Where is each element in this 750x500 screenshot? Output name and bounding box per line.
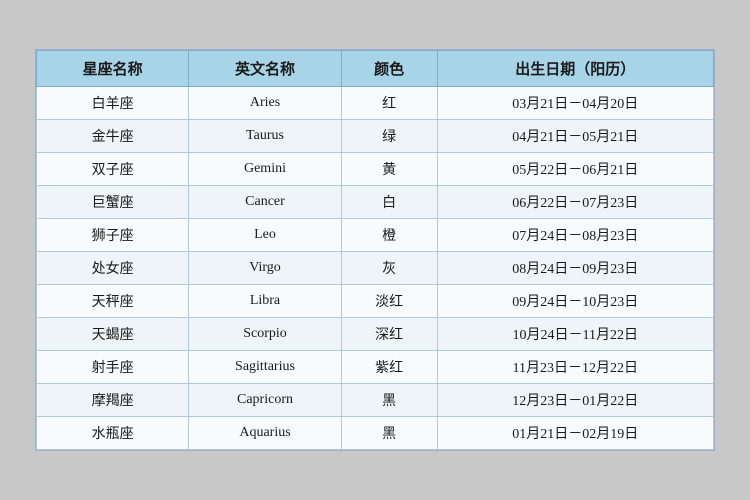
cell-english-name: Sagittarius <box>189 351 341 384</box>
cell-dates: 09月24日－10月23日 <box>437 285 713 318</box>
cell-color: 深红 <box>341 318 437 351</box>
cell-english-name: Virgo <box>189 252 341 285</box>
cell-color: 黑 <box>341 384 437 417</box>
cell-chinese-name: 狮子座 <box>37 219 189 252</box>
cell-english-name: Aries <box>189 87 341 120</box>
cell-english-name: Aquarius <box>189 417 341 450</box>
cell-color: 灰 <box>341 252 437 285</box>
table-header-row: 星座名称 英文名称 颜色 出生日期（阳历） <box>37 51 714 87</box>
cell-chinese-name: 水瓶座 <box>37 417 189 450</box>
header-dates: 出生日期（阳历） <box>437 51 713 87</box>
cell-chinese-name: 巨蟹座 <box>37 186 189 219</box>
cell-dates: 07月24日－08月23日 <box>437 219 713 252</box>
cell-color: 淡红 <box>341 285 437 318</box>
header-chinese-name: 星座名称 <box>37 51 189 87</box>
cell-english-name: Libra <box>189 285 341 318</box>
table-row: 天蝎座Scorpio深红10月24日－11月22日 <box>37 318 714 351</box>
cell-chinese-name: 处女座 <box>37 252 189 285</box>
cell-color: 橙 <box>341 219 437 252</box>
cell-english-name: Taurus <box>189 120 341 153</box>
cell-chinese-name: 射手座 <box>37 351 189 384</box>
cell-color: 绿 <box>341 120 437 153</box>
cell-dates: 04月21日－05月21日 <box>437 120 713 153</box>
table-row: 天秤座Libra淡红09月24日－10月23日 <box>37 285 714 318</box>
cell-english-name: Gemini <box>189 153 341 186</box>
table-row: 双子座Gemini黄05月22日－06月21日 <box>37 153 714 186</box>
cell-color: 紫红 <box>341 351 437 384</box>
cell-dates: 10月24日－11月22日 <box>437 318 713 351</box>
cell-color: 黄 <box>341 153 437 186</box>
cell-dates: 08月24日－09月23日 <box>437 252 713 285</box>
cell-dates: 11月23日－12月22日 <box>437 351 713 384</box>
cell-color: 白 <box>341 186 437 219</box>
table-row: 水瓶座Aquarius黑01月21日－02月19日 <box>37 417 714 450</box>
table-row: 金牛座Taurus绿04月21日－05月21日 <box>37 120 714 153</box>
zodiac-table: 星座名称 英文名称 颜色 出生日期（阳历） 白羊座Aries红03月21日－04… <box>36 50 714 450</box>
cell-dates: 01月21日－02月19日 <box>437 417 713 450</box>
cell-english-name: Capricorn <box>189 384 341 417</box>
table-body: 白羊座Aries红03月21日－04月20日金牛座Taurus绿04月21日－0… <box>37 87 714 450</box>
cell-chinese-name: 白羊座 <box>37 87 189 120</box>
table-row: 白羊座Aries红03月21日－04月20日 <box>37 87 714 120</box>
cell-english-name: Scorpio <box>189 318 341 351</box>
cell-english-name: Leo <box>189 219 341 252</box>
cell-color: 黑 <box>341 417 437 450</box>
table-row: 摩羯座Capricorn黑12月23日－01月22日 <box>37 384 714 417</box>
cell-chinese-name: 天秤座 <box>37 285 189 318</box>
table-row: 处女座Virgo灰08月24日－09月23日 <box>37 252 714 285</box>
zodiac-table-container: 星座名称 英文名称 颜色 出生日期（阳历） 白羊座Aries红03月21日－04… <box>35 49 715 451</box>
cell-chinese-name: 摩羯座 <box>37 384 189 417</box>
cell-chinese-name: 双子座 <box>37 153 189 186</box>
table-row: 狮子座Leo橙07月24日－08月23日 <box>37 219 714 252</box>
cell-dates: 05月22日－06月21日 <box>437 153 713 186</box>
cell-dates: 03月21日－04月20日 <box>437 87 713 120</box>
cell-chinese-name: 天蝎座 <box>37 318 189 351</box>
header-english-name: 英文名称 <box>189 51 341 87</box>
table-row: 射手座Sagittarius紫红11月23日－12月22日 <box>37 351 714 384</box>
cell-english-name: Cancer <box>189 186 341 219</box>
cell-chinese-name: 金牛座 <box>37 120 189 153</box>
header-color: 颜色 <box>341 51 437 87</box>
cell-dates: 06月22日－07月23日 <box>437 186 713 219</box>
cell-color: 红 <box>341 87 437 120</box>
cell-dates: 12月23日－01月22日 <box>437 384 713 417</box>
table-row: 巨蟹座Cancer白06月22日－07月23日 <box>37 186 714 219</box>
